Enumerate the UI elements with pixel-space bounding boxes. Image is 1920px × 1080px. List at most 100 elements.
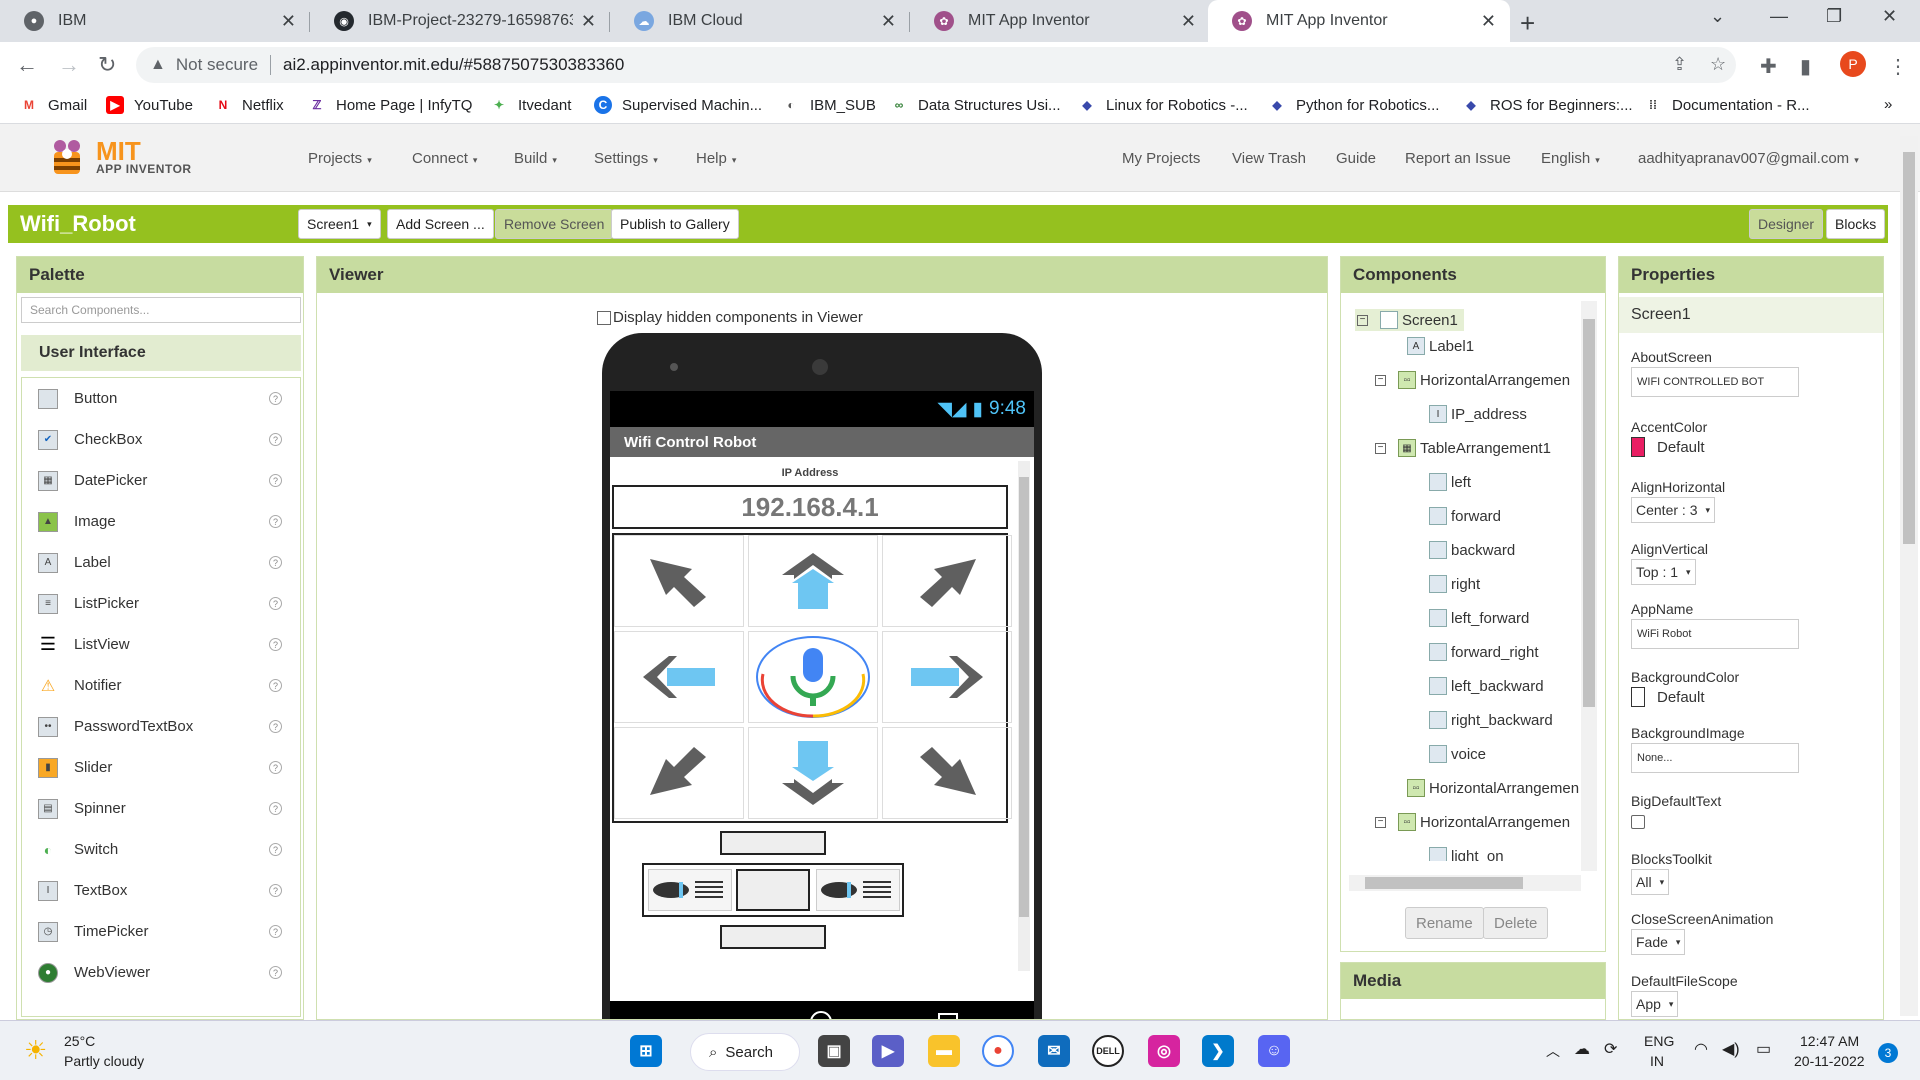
prop-blocks-dropdown[interactable]: All ▾ [1631, 869, 1670, 895]
taskbar-search[interactable]: ⌕ Search [690, 1033, 800, 1071]
tree-node-backward[interactable]: backward [1429, 541, 1515, 559]
menu-help[interactable]: Help ▾ [696, 150, 736, 167]
checkbox-box[interactable] [597, 310, 611, 325]
help-icon[interactable]: ? [269, 433, 282, 446]
prop-bgcolor-picker[interactable]: Default [1631, 687, 1705, 707]
scroll-thumb[interactable] [1365, 877, 1523, 889]
discord-icon[interactable]: ☺ [1258, 1035, 1290, 1067]
side-panel-icon[interactable]: ▮ [1800, 54, 1811, 79]
help-icon[interactable]: ? [269, 802, 282, 815]
palette-item-slider[interactable]: ▮ Slider? [22, 747, 300, 788]
tray-expand-icon[interactable]: ︿ [1546, 1041, 1560, 1061]
tree-node-left-backward[interactable]: left_backward [1429, 677, 1544, 695]
help-icon[interactable]: ? [269, 597, 282, 610]
onedrive-icon[interactable]: ☁ [1574, 1039, 1590, 1059]
app-inventor-logo[interactable]: MIT APP INVENTOR [44, 136, 192, 180]
recents-nav-icon[interactable] [938, 1013, 958, 1019]
weather-temp[interactable]: 25°C [64, 1033, 95, 1049]
palette-item-datepicker[interactable]: ▦ DatePicker? [22, 460, 300, 501]
start-icon[interactable]: ⊞ [630, 1035, 662, 1067]
forward-button[interactable] [748, 535, 878, 627]
collapse-icon[interactable]: − [1357, 314, 1368, 326]
light-status-box[interactable] [736, 869, 810, 911]
link-guide[interactable]: Guide [1336, 150, 1376, 167]
scroll-thumb[interactable] [1583, 319, 1595, 707]
prop-alignv-dropdown[interactable]: Top : 1 ▾ [1631, 559, 1696, 585]
bookmark-netflix[interactable]: N Netflix [214, 96, 284, 114]
prop-bigtext-checkbox[interactable] [1631, 815, 1645, 829]
back-icon[interactable]: ← [16, 52, 38, 78]
notification-badge[interactable]: 3 [1878, 1043, 1898, 1063]
tree-node-horizontal-arrangement[interactable]: − ▫▫ HorizontalArrangemen [1375, 371, 1570, 389]
bookmark-itvedant[interactable]: ✦ Itvedant [490, 96, 571, 114]
collapse-icon[interactable]: − [1375, 374, 1386, 386]
tree-node-forward[interactable]: forward [1429, 507, 1501, 525]
screen-select[interactable]: Screen1 ▾ [298, 209, 381, 239]
help-icon[interactable]: ? [269, 966, 282, 979]
tab-search-icon[interactable]: ⌄ [1710, 6, 1725, 27]
palette-item-label[interactable]: A Label? [22, 542, 300, 583]
bookmark-star-icon[interactable]: ☆ [1710, 54, 1726, 75]
scroll-thumb[interactable] [1019, 477, 1029, 917]
bookmark-infytq[interactable]: ℤ Home Page | InfyTQ [308, 96, 473, 114]
extensions-icon[interactable]: ✚ [1760, 54, 1777, 79]
language-line2[interactable]: IN [1650, 1053, 1664, 1069]
bookmark-documentation[interactable]: ⁞⁞ Documentation - R... [1644, 96, 1810, 114]
weather-desc[interactable]: Partly cloudy [64, 1053, 144, 1069]
tree-node-horizontal-arrangement-2[interactable]: ▫▫ HorizontalArrangemen [1407, 779, 1579, 797]
prop-closeanim-dropdown[interactable]: Fade ▾ [1631, 929, 1686, 955]
tree-node-left-forward[interactable]: left_forward [1429, 609, 1529, 627]
wifi-icon[interactable]: ◠ [1694, 1039, 1708, 1059]
chrome-icon[interactable]: ● [982, 1035, 1014, 1067]
tree-node-table-arrangement[interactable]: − ▦ TableArrangement1 [1375, 439, 1551, 457]
window-close-icon[interactable]: ✕ [1882, 6, 1897, 27]
left-forward-button[interactable] [614, 535, 744, 627]
teams-icon[interactable]: ▶ [872, 1035, 904, 1067]
tree-node-light-on[interactable]: light_on [1429, 847, 1504, 861]
link-my-projects[interactable]: My Projects [1122, 150, 1200, 167]
palette-item-notifier[interactable]: ⚠ Notifier? [22, 665, 300, 706]
task-view-icon[interactable]: ▣ [818, 1035, 850, 1067]
weather-icon[interactable]: ☀ [24, 1035, 47, 1066]
palette-item-button[interactable]: Button? [22, 378, 300, 419]
help-icon[interactable]: ? [269, 638, 282, 651]
palette-item-spinner[interactable]: ▤ Spinner? [22, 788, 300, 829]
close-icon[interactable]: ✕ [1481, 11, 1496, 32]
menu-language[interactable]: English ▾ [1541, 150, 1600, 167]
sync-icon[interactable]: ⟳ [1604, 1039, 1617, 1059]
tree-node-horizontal-arrangement-3[interactable]: − ▫▫ HorizontalArrangemen [1375, 813, 1570, 831]
bookmark-ibm-sub[interactable]: ◐ IBM_SUB [782, 96, 875, 114]
right-backward-button[interactable] [882, 727, 1012, 819]
help-icon[interactable]: ? [269, 843, 282, 856]
ip-address-label[interactable]: IP Address [610, 467, 1010, 479]
clock-time[interactable]: 12:47 AM [1800, 1033, 1859, 1049]
dell-icon[interactable]: DELL [1092, 1035, 1124, 1067]
palette-item-listview[interactable]: ☰ ListView? [22, 624, 300, 665]
battery-icon[interactable]: ▭ [1756, 1039, 1771, 1059]
palette-search-input[interactable]: Search Components... [21, 297, 301, 323]
close-icon[interactable]: ✕ [881, 11, 896, 32]
back-nav-icon[interactable]: ◁ [682, 1013, 699, 1019]
palette-item-image[interactable]: ▲ Image? [22, 501, 300, 542]
menu-projects[interactable]: Projects ▾ [308, 150, 372, 167]
minimize-icon[interactable]: — [1770, 6, 1788, 27]
instagram-icon[interactable]: ◎ [1148, 1035, 1180, 1067]
url-bar[interactable]: ▲ Not secure ai2.appinventor.mit.edu/#58… [136, 47, 1736, 83]
mail-icon[interactable]: ✉ [1038, 1035, 1070, 1067]
palette-item-webviewer[interactable]: ● WebViewer? [22, 952, 300, 993]
blocks-button[interactable]: Blocks [1826, 209, 1886, 239]
bookmark-ros-beginners[interactable]: ◆ ROS for Beginners:... [1462, 96, 1632, 114]
prop-alignh-dropdown[interactable]: Center : 3 ▾ [1631, 497, 1716, 523]
page-scrollbar[interactable] [1900, 136, 1918, 1016]
forward-right-button[interactable] [882, 535, 1012, 627]
bookmark-youtube[interactable]: ▶ YouTube [106, 96, 193, 114]
palette-item-passwordtextbox[interactable]: •• PasswordTextBox? [22, 706, 300, 747]
language-line1[interactable]: ENG [1644, 1033, 1674, 1049]
close-icon[interactable]: ✕ [581, 11, 596, 32]
help-icon[interactable]: ? [269, 474, 282, 487]
browser-menu-icon[interactable]: ⋮ [1888, 54, 1908, 79]
profile-avatar[interactable]: P [1840, 51, 1866, 77]
help-icon[interactable]: ? [269, 925, 282, 938]
bookmark-gmail[interactable]: M Gmail [20, 96, 87, 114]
tab-ibm-cloud[interactable]: ☁ IBM Cloud ✕ [610, 0, 910, 42]
